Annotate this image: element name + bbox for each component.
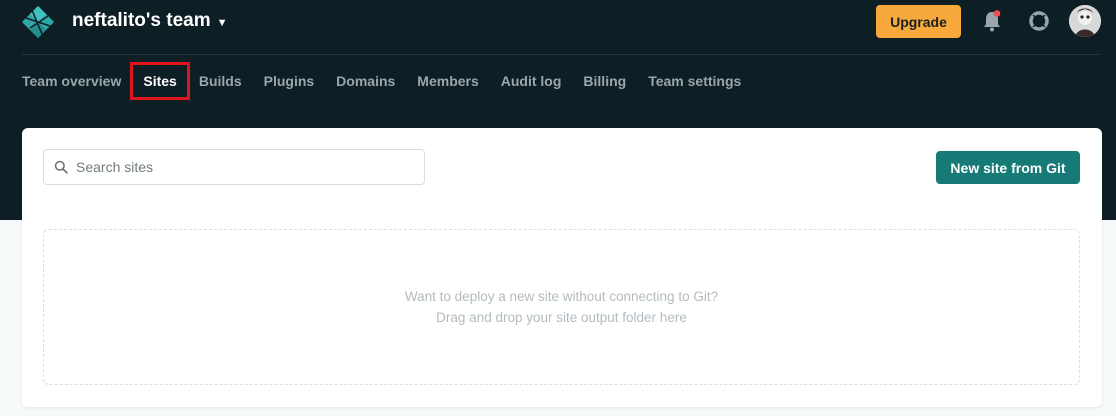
nav-item-builds[interactable]: Builds <box>188 62 253 100</box>
user-avatar[interactable] <box>1069 5 1101 37</box>
nav-item-plugins[interactable]: Plugins <box>253 62 326 100</box>
chevron-down-icon: ▼ <box>216 16 228 29</box>
nav-item-audit-log[interactable]: Audit log <box>490 62 573 100</box>
dropzone-line-1: Want to deploy a new site without connec… <box>404 289 719 304</box>
netlify-logo-icon[interactable] <box>20 4 56 40</box>
nav-item-team-settings[interactable]: Team settings <box>637 62 752 100</box>
header-divider <box>22 54 1100 55</box>
sites-card: New site from Git Want to deploy a new s… <box>22 128 1102 407</box>
team-name-label: neftalito's team <box>72 10 211 31</box>
search-input[interactable] <box>76 152 424 182</box>
nav-item-sites[interactable]: Sites <box>130 62 190 100</box>
dropzone-line-2: Drag and drop your site output folder he… <box>436 310 687 325</box>
top-header: neftalito's team ▼ Upgrade <box>0 0 1116 54</box>
nav-item-team-overview[interactable]: Team overview <box>22 62 132 100</box>
lifebuoy-icon[interactable] <box>1028 10 1050 32</box>
deploy-dropzone[interactable]: Want to deploy a new site without connec… <box>43 229 1080 385</box>
search-icon <box>54 160 68 174</box>
bell-icon[interactable] <box>982 10 1002 32</box>
nav-item-members[interactable]: Members <box>406 62 489 100</box>
upgrade-button[interactable]: Upgrade <box>876 5 961 38</box>
team-switcher[interactable]: neftalito's team ▼ <box>72 10 228 32</box>
search-sites-box[interactable] <box>43 149 425 185</box>
nav-item-domains[interactable]: Domains <box>325 62 406 100</box>
team-nav: Team overview Sites Builds Plugins Domai… <box>22 62 752 100</box>
nav-item-billing[interactable]: Billing <box>572 62 637 100</box>
new-site-from-git-button[interactable]: New site from Git <box>936 151 1080 184</box>
